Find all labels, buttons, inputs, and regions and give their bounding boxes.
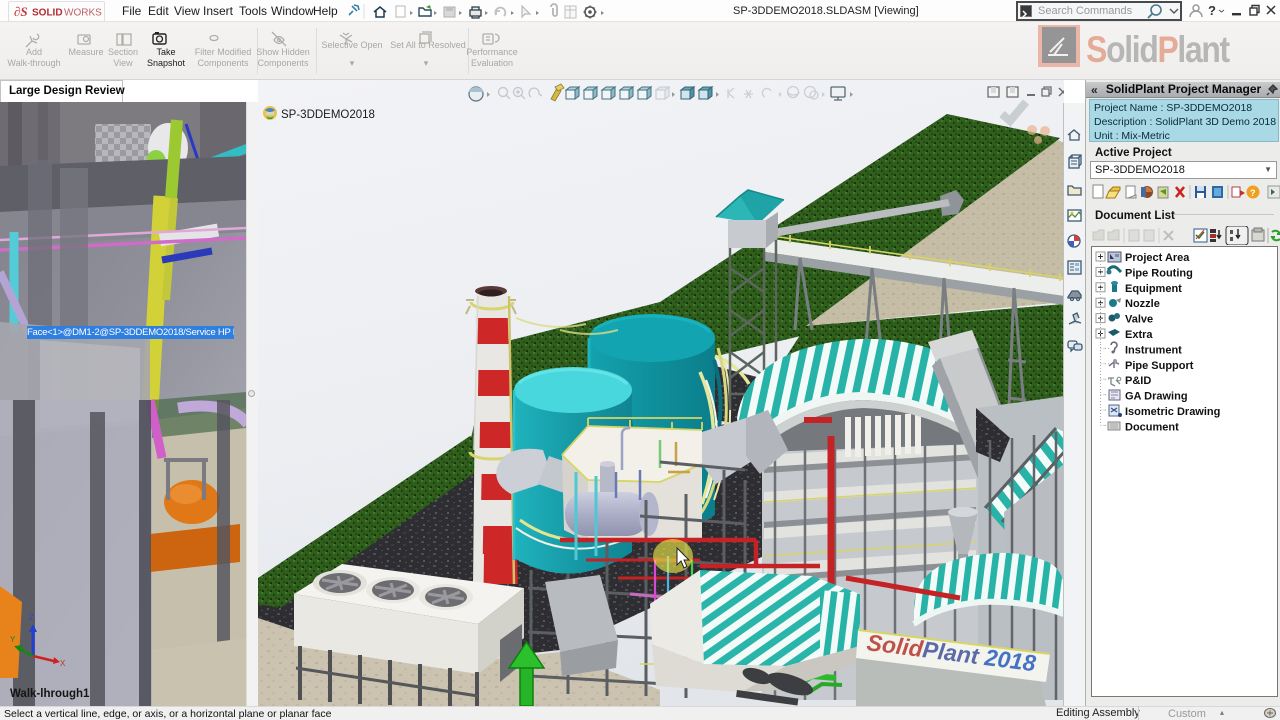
svg-text:Valve: Valve	[1125, 314, 1153, 326]
svg-text:∂S: ∂S	[14, 4, 28, 19]
svg-text:Instrument: Instrument	[1125, 344, 1182, 356]
svg-text:Isometric Drawing: Isometric Drawing	[1125, 406, 1220, 418]
svg-text:Pipe Routing: Pipe Routing	[1125, 267, 1193, 279]
svg-text:SP-3DDEMO2018: SP-3DDEMO2018	[281, 109, 375, 121]
svg-text:Z: Z	[29, 613, 34, 622]
svg-text:Pipe Support: Pipe Support	[1125, 360, 1194, 372]
svg-text:Document: Document	[1125, 421, 1179, 433]
svg-text:Y: Y	[10, 635, 16, 644]
svg-text:?: ?	[1208, 3, 1216, 18]
svg-text:Nozzle: Nozzle	[1125, 298, 1160, 310]
svg-text:P&ID: P&ID	[1125, 375, 1151, 387]
svg-text:WORKS: WORKS	[64, 8, 102, 19]
svg-text:Equipment: Equipment	[1125, 283, 1182, 295]
svg-text:Extra: Extra	[1125, 329, 1153, 341]
svg-text:?: ?	[1250, 188, 1256, 198]
svg-text:X: X	[60, 659, 66, 668]
svg-text:Project Area: Project Area	[1125, 252, 1190, 264]
svg-text:SOLID: SOLID	[32, 8, 63, 19]
svg-text:SolidPlant: SolidPlant	[1086, 30, 1230, 71]
svg-text:GA Drawing: GA Drawing	[1125, 391, 1188, 403]
